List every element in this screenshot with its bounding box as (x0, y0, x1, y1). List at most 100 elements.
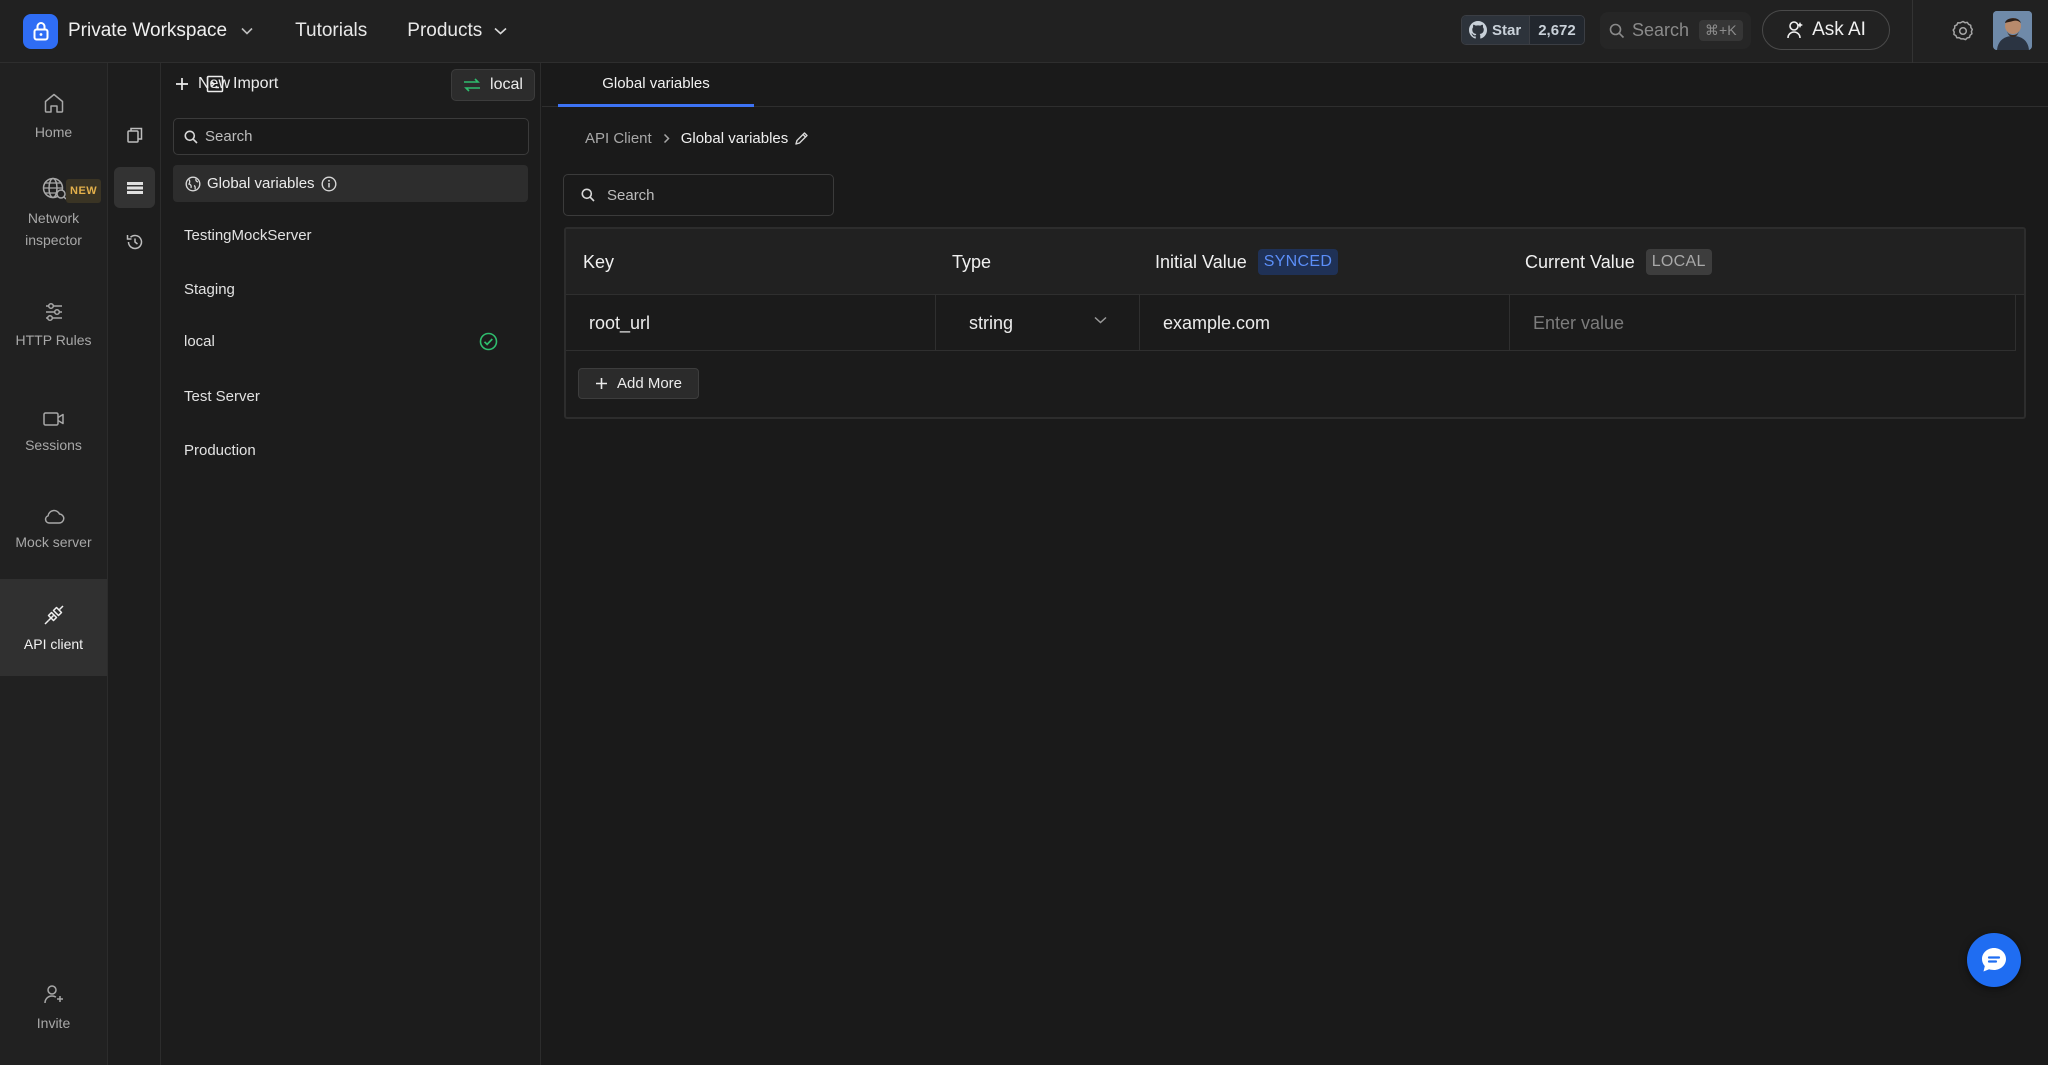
history-icon[interactable] (114, 221, 155, 262)
environment-item[interactable]: TestingMockServer (184, 220, 514, 250)
globe-icon (185, 175, 201, 192)
column-header-type: Type (952, 251, 992, 272)
add-more-label: Add More (616, 375, 683, 392)
rail-invite[interactable]: Invite (0, 976, 107, 1034)
terminal-icon (206, 75, 224, 93)
rail-network-inspector[interactable]: NEW Network inspector (0, 171, 107, 251)
chat-icon (1978, 944, 2010, 976)
initial-value-cell[interactable]: example.com (1140, 295, 1510, 351)
rail-network-label-line2: inspector (25, 232, 82, 248)
rail-api-client[interactable]: API client (0, 579, 107, 676)
products-label: Products (407, 20, 483, 41)
environment-item[interactable]: Staging (184, 274, 514, 304)
environment-name: Staging (184, 280, 235, 298)
column-header-current-value: Current Value LOCAL (1525, 229, 1712, 295)
import-button-label: Import (233, 75, 279, 92)
local-badge: LOCAL (1645, 249, 1712, 275)
cloud-icon (42, 495, 66, 525)
ai-assistant-icon (1786, 20, 1812, 40)
import-control[interactable]: Import (206, 75, 278, 93)
initial-value-label: Initial Value (1155, 251, 1247, 272)
info-icon[interactable] (321, 175, 337, 192)
breadcrumb: API Client Global variables (585, 130, 809, 147)
plus-icon (595, 377, 617, 390)
rail-http-rules-label: HTTP Rules (15, 332, 92, 348)
tutorials-link[interactable]: Tutorials (295, 20, 367, 42)
collections-icon[interactable] (114, 114, 155, 155)
search-icon (581, 188, 595, 202)
new-badge: NEW (66, 179, 102, 203)
type-select[interactable]: string (936, 295, 1140, 351)
current-value-input[interactable]: Enter value (1510, 295, 2016, 351)
github-icon (1469, 21, 1492, 39)
environments-icon[interactable] (114, 167, 155, 208)
global-variables-label: Global variables (207, 175, 315, 192)
user-avatar[interactable] (1993, 11, 2032, 50)
global-variables-item[interactable]: Global variables (173, 165, 528, 202)
environment-name: Test Server (184, 387, 260, 405)
plug-icon (42, 597, 66, 627)
ask-ai-button[interactable]: Ask AI (1762, 10, 1890, 50)
topbar-divider (1912, 0, 1913, 63)
global-search[interactable]: Search ⌘+K (1600, 12, 1751, 49)
environment-name: TestingMockServer (184, 226, 312, 244)
current-value-placeholder: Enter value (1533, 312, 1625, 333)
variables-table: Key Type Initial Value SYNCED Current Va… (564, 227, 2026, 419)
home-icon (42, 85, 66, 115)
search-icon (184, 130, 198, 144)
github-star: Star (1462, 16, 1530, 44)
rail-sessions-label: Sessions (25, 437, 82, 453)
environment-search-input[interactable]: Search (173, 118, 529, 155)
rail-network-label-line1: Network (27, 210, 80, 226)
table-header: Key Type Initial Value SYNCED Current Va… (566, 229, 2024, 295)
initial-value: example.com (1163, 312, 1271, 333)
chevron-right-icon (663, 133, 670, 144)
environment-name: Production (184, 441, 256, 459)
breadcrumb-current: Global variables (680, 130, 789, 147)
active-environment-button[interactable]: local (451, 69, 535, 101)
column-header-key: Key (583, 251, 615, 272)
sliders-icon (43, 293, 65, 323)
environment-item[interactable]: Production (184, 435, 514, 465)
globe-icon (41, 171, 67, 201)
rail-home[interactable]: Home (0, 85, 107, 143)
rail-http-rules[interactable]: HTTP Rules (0, 293, 107, 351)
check-circle-icon (479, 332, 498, 351)
synced-badge: SYNCED (1257, 249, 1339, 275)
chat-support-button[interactable] (1967, 933, 2021, 987)
ask-ai-label: Ask AI (1812, 19, 1866, 40)
key-value: root_url (589, 312, 651, 333)
api-client-subrail (108, 63, 161, 1065)
video-camera-icon (42, 398, 66, 428)
variables-search-input[interactable]: Search (563, 174, 834, 216)
chevron-down-icon (241, 27, 253, 35)
rail-mock-server[interactable]: Mock server (0, 495, 107, 553)
environments-panel: New Import local Search Global variables (161, 63, 541, 1065)
gear-icon[interactable] (1951, 19, 1975, 43)
environment-item[interactable]: Test Server (184, 381, 514, 411)
rail-api-client-label: API client (23, 636, 84, 652)
top-bar: Private Workspace Tutorials Products Sta… (0, 0, 2048, 63)
add-more-button[interactable]: Add More (578, 368, 699, 399)
environment-item-active[interactable]: local (184, 326, 514, 356)
key-cell[interactable]: root_url (566, 295, 936, 351)
tab-bar: Global variables (542, 63, 2048, 107)
pencil-icon[interactable] (794, 131, 809, 146)
rail-mock-server-label: Mock server (15, 534, 92, 550)
environment-search-placeholder: Search (205, 128, 253, 145)
environment-name: local (184, 332, 215, 350)
global-search-label: Search (1632, 20, 1690, 40)
type-value: string (969, 312, 1014, 333)
products-menu[interactable]: Products (407, 20, 507, 42)
workspace-name: Private Workspace (68, 20, 228, 41)
add-user-icon (42, 976, 66, 1006)
left-rail: Home NEW Network inspector HTTP Rules Se… (0, 63, 108, 1065)
rail-sessions[interactable]: Sessions (0, 398, 107, 456)
breadcrumb-root[interactable]: API Client (585, 130, 652, 147)
lock-icon (23, 13, 58, 49)
workspace-switcher[interactable]: Private Workspace (23, 13, 253, 49)
github-star-button[interactable]: Star 2,672 (1461, 15, 1585, 45)
chevron-down-icon (1094, 316, 1107, 324)
current-value-label: Current Value (1525, 251, 1635, 272)
tab-global-variables[interactable]: Global variables (558, 63, 754, 107)
